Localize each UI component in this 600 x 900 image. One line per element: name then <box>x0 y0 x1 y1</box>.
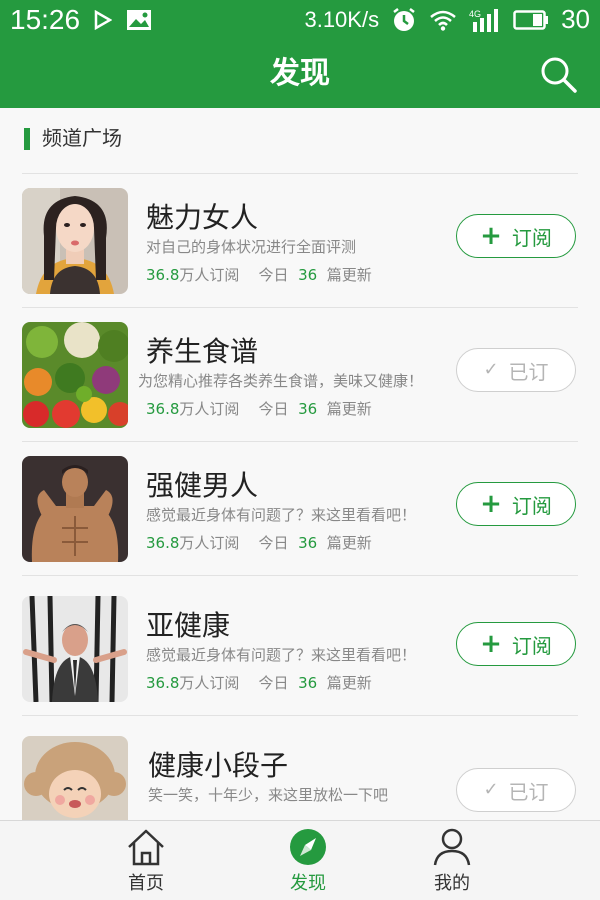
channel-desc: 感觉最近身体有问题了？来这里看看吧！ <box>146 646 417 664</box>
plus-icon: + <box>480 221 502 251</box>
button-label: 订阅 <box>511 225 552 250</box>
channel-desc: 笑一笑，十年少，来这里放松一下吧 <box>148 786 389 804</box>
channel-meta: 36.8万人订阅 今日 36 篇更新 <box>146 532 372 553</box>
channel-thumbnail-woman <box>22 188 128 294</box>
channel-desc: 对自己的身体状况进行全面评测 <box>146 238 357 256</box>
page-title: 发现 <box>270 56 330 91</box>
plus-icon: + <box>480 489 502 519</box>
today-label: 今日 <box>258 400 289 418</box>
tab-label: 首页 <box>128 873 164 894</box>
bottom-tab-bar: 首页 发现 我的 <box>0 820 600 900</box>
subscriber-count: 36.8 <box>146 266 180 284</box>
subscribed-button[interactable]: ✓ 已订 <box>456 768 576 812</box>
check-icon: ✓ <box>483 359 499 380</box>
home-icon <box>128 829 164 866</box>
today-label: 今日 <box>258 266 289 284</box>
button-label: 已订 <box>508 779 549 804</box>
play-icon <box>94 10 113 30</box>
subscriber-unit: 万人订阅 <box>179 534 240 552</box>
tab-discover[interactable]: 发现 <box>248 827 368 895</box>
subscribed-button[interactable]: ✓ 已订 <box>456 348 576 392</box>
status-time: 15:26 <box>10 4 81 35</box>
tab-profile[interactable]: 我的 <box>392 827 512 895</box>
button-label: 订阅 <box>511 493 552 518</box>
channel-meta: 36.8万人订阅 今日 36 篇更新 <box>146 398 372 419</box>
update-count: 36 <box>298 400 318 418</box>
subscribe-button[interactable]: + 订阅 <box>456 214 576 258</box>
app-header: 发现 <box>0 40 600 108</box>
button-label: 已订 <box>508 359 549 384</box>
subscriber-count: 36.8 <box>146 674 180 692</box>
plus-icon: + <box>480 629 502 659</box>
subscriber-count: 36.8 <box>146 534 180 552</box>
user-icon <box>433 828 471 866</box>
subscribe-button[interactable]: + 订阅 <box>456 622 576 666</box>
update-unit: 篇更新 <box>326 534 372 552</box>
battery-level: 30 <box>561 4 590 34</box>
channel-name: 养生食谱 <box>146 335 259 368</box>
section-accent-bar <box>24 128 30 150</box>
wifi-icon <box>430 10 456 31</box>
update-unit: 篇更新 <box>326 674 372 692</box>
channel-thumbnail-bars <box>22 596 128 702</box>
channel-name: 亚健康 <box>146 609 231 642</box>
signal-icon: 4G <box>469 8 499 32</box>
button-label: 订阅 <box>511 633 552 658</box>
alarm-icon <box>393 7 415 31</box>
update-count: 36 <box>298 534 318 552</box>
check-icon: ✓ <box>483 779 499 800</box>
list-item[interactable]: 养生食谱 为您精心推荐各类养生食谱，美味又健康！ 36.8万人订阅 今日 36 … <box>0 308 600 444</box>
section-header: 频道广场 <box>0 108 600 174</box>
tab-home[interactable]: 首页 <box>86 827 206 895</box>
subscriber-count: 36.8 <box>146 400 180 418</box>
tab-label: 发现 <box>290 873 326 894</box>
channel-meta: 36.8万人订阅 今日 36 篇更新 <box>146 672 372 693</box>
divider <box>22 715 578 716</box>
status-bar: 15:26 3.10K/s 4G 30 <box>0 0 600 40</box>
net-speed: 3.10K/s <box>304 6 380 32</box>
battery-icon <box>513 9 549 30</box>
update-unit: 篇更新 <box>326 266 372 284</box>
update-count: 36 <box>298 674 318 692</box>
channel-thumbnail-man <box>22 456 128 562</box>
channel-thumbnail-baby <box>22 736 128 820</box>
update-unit: 篇更新 <box>326 400 372 418</box>
search-icon[interactable] <box>538 54 578 94</box>
subscribe-button[interactable]: + 订阅 <box>456 482 576 526</box>
tab-label: 我的 <box>434 873 470 894</box>
list-item[interactable]: 魅力女人 对自己的身体状况进行全面评测 36.8万人订阅 今日 36 篇更新 +… <box>0 174 600 310</box>
channel-list[interactable]: 魅力女人 对自己的身体状况进行全面评测 36.8万人订阅 今日 36 篇更新 +… <box>0 174 600 820</box>
update-count: 36 <box>298 266 318 284</box>
list-item[interactable]: 强健男人 感觉最近身体有问题了？来这里看看吧！ 36.8万人订阅 今日 36 篇… <box>0 442 600 578</box>
today-label: 今日 <box>258 674 289 692</box>
subscriber-unit: 万人订阅 <box>179 674 240 692</box>
subscriber-unit: 万人订阅 <box>179 400 240 418</box>
compass-icon <box>290 829 326 865</box>
channel-name: 健康小段子 <box>148 749 289 782</box>
channel-desc: 感觉最近身体有问题了？来这里看看吧！ <box>146 506 417 524</box>
channel-thumbnail-vegetables <box>22 322 128 428</box>
channel-meta: 36.8万人订阅 今日 36 篇更新 <box>146 264 372 285</box>
channel-desc: 为您精心推荐各类养生食谱，美味又健康！ <box>138 372 424 390</box>
divider <box>22 575 578 576</box>
list-item[interactable]: 亚健康 感觉最近身体有问题了？来这里看看吧！ 36.8万人订阅 今日 36 篇更… <box>0 582 600 718</box>
network-type: 4G <box>469 9 481 19</box>
channel-name: 强健男人 <box>146 469 259 502</box>
section-title: 频道广场 <box>42 126 122 150</box>
channel-name: 魅力女人 <box>146 201 259 234</box>
today-label: 今日 <box>258 534 289 552</box>
image-icon <box>127 10 152 30</box>
list-item[interactable]: 健康小段子 笑一笑，十年少，来这里放松一下吧 ✓ 已订 <box>0 722 600 820</box>
subscriber-unit: 万人订阅 <box>179 266 240 284</box>
